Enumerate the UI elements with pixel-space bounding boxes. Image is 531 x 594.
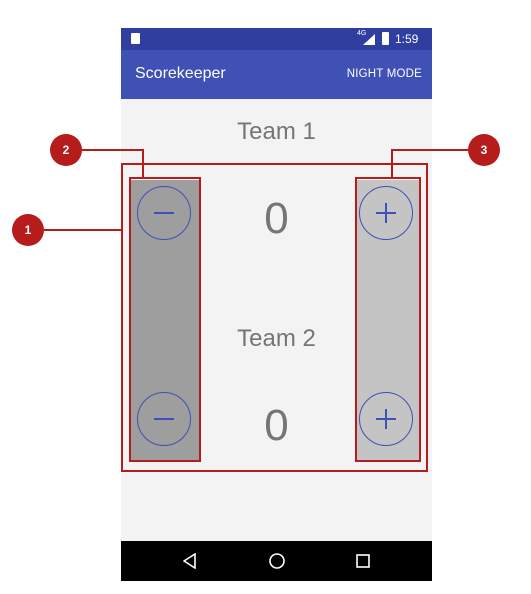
- annotation-line-3-horizontal: [392, 149, 470, 151]
- recents-button[interactable]: [352, 551, 374, 571]
- sd-card-icon: [131, 33, 140, 44]
- annotation-line-3-vertical: [391, 149, 393, 178]
- annotation-badge-3: 3: [468, 134, 500, 166]
- battery-icon: [382, 32, 389, 45]
- signal-icon: [363, 34, 375, 45]
- team1-label: Team 1: [237, 118, 316, 145]
- back-triangle-icon: [183, 553, 196, 569]
- app-bar: Scorekeeper NIGHT MODE: [121, 50, 432, 99]
- annotation-badge-2: 2: [50, 134, 82, 166]
- annotation-line-1: [44, 229, 122, 231]
- annotation-line-2-horizontal: [82, 149, 144, 151]
- home-button[interactable]: [266, 551, 288, 571]
- night-mode-button[interactable]: NIGHT MODE: [347, 68, 422, 80]
- annotation-box-increase-column: [355, 177, 421, 462]
- home-circle-icon: [269, 553, 285, 569]
- back-button[interactable]: [179, 551, 201, 571]
- status-bar: 4G 1:59: [121, 28, 432, 50]
- annotation-line-2-vertical: [142, 149, 144, 178]
- annotation-box-decrease-column: [129, 177, 201, 462]
- annotation-badge-1: 1: [12, 214, 44, 246]
- app-title: Scorekeeper: [135, 65, 226, 82]
- navigation-bar: [121, 541, 432, 581]
- recents-square-icon: [356, 554, 370, 568]
- status-time: 1:59: [395, 32, 419, 46]
